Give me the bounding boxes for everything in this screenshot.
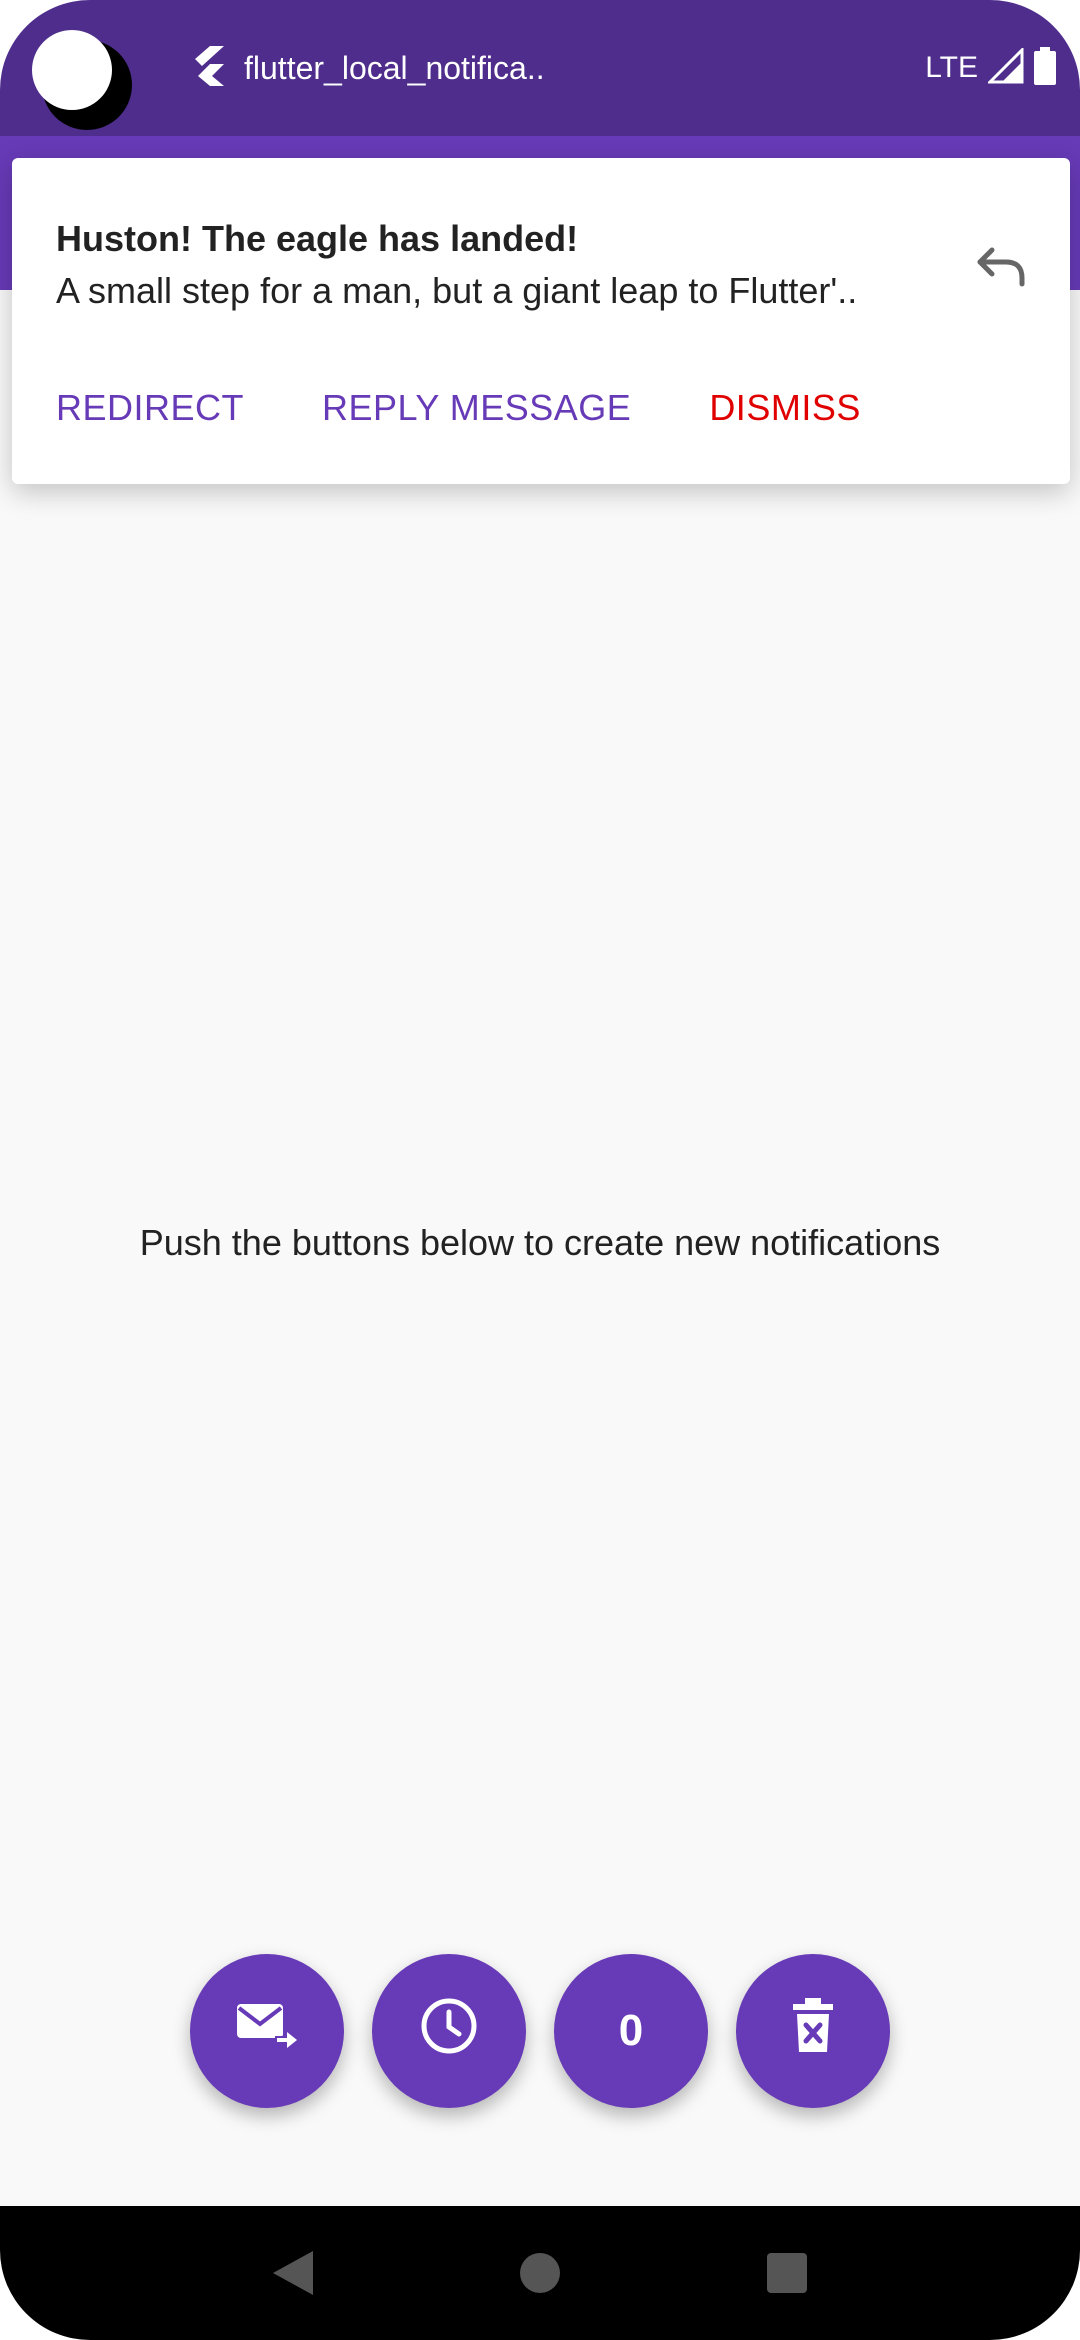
phone-screen: flutter_local_notifica.. LTE Huston! The… [0,0,1080,2340]
recents-icon[interactable] [757,2243,817,2303]
status-bar: flutter_local_notifica.. LTE [0,0,1080,136]
notification-card[interactable]: Huston! The eagle has landed! A small st… [12,158,1070,484]
status-app-indicator: flutter_local_notifica.. [190,40,545,96]
notification-count-button[interactable]: 0 [554,1954,708,2108]
send-notification-button[interactable] [190,1954,344,2108]
signal-icon [986,45,1024,89]
status-app-title: flutter_local_notifica.. [244,49,545,86]
reply-icon[interactable] [970,236,1030,296]
instruction-text: Push the buttons below to create new not… [139,1222,941,1263]
reply-message-button[interactable]: REPLY MESSAGE [322,387,631,429]
back-icon[interactable] [263,2243,323,2303]
notification-body: A small step for a man, but a giant leap… [56,270,858,311]
send-mail-icon [235,2000,299,2063]
notification-count: 0 [618,2006,644,2055]
system-nav-bar [0,2206,1080,2340]
redirect-button[interactable]: REDIRECT [56,387,244,429]
home-icon[interactable] [510,2243,570,2303]
notification-title: Huston! The eagle has landed! [56,218,579,259]
delete-trash-icon [791,1997,835,2065]
fab-row: 0 [0,1954,1080,2108]
delete-notifications-button[interactable] [736,1954,890,2108]
dismiss-button[interactable]: DISMISS [709,387,861,429]
network-type-label: LTE [925,51,978,84]
schedule-clock-icon [419,1996,479,2067]
status-icons: LTE [925,44,1056,92]
flutter-icon [190,45,224,91]
schedule-notification-button[interactable] [372,1954,526,2108]
battery-icon [1034,46,1056,90]
notification-actions: REDIRECT REPLY MESSAGE DISMISS [56,380,939,436]
camera-cutout [32,30,132,130]
